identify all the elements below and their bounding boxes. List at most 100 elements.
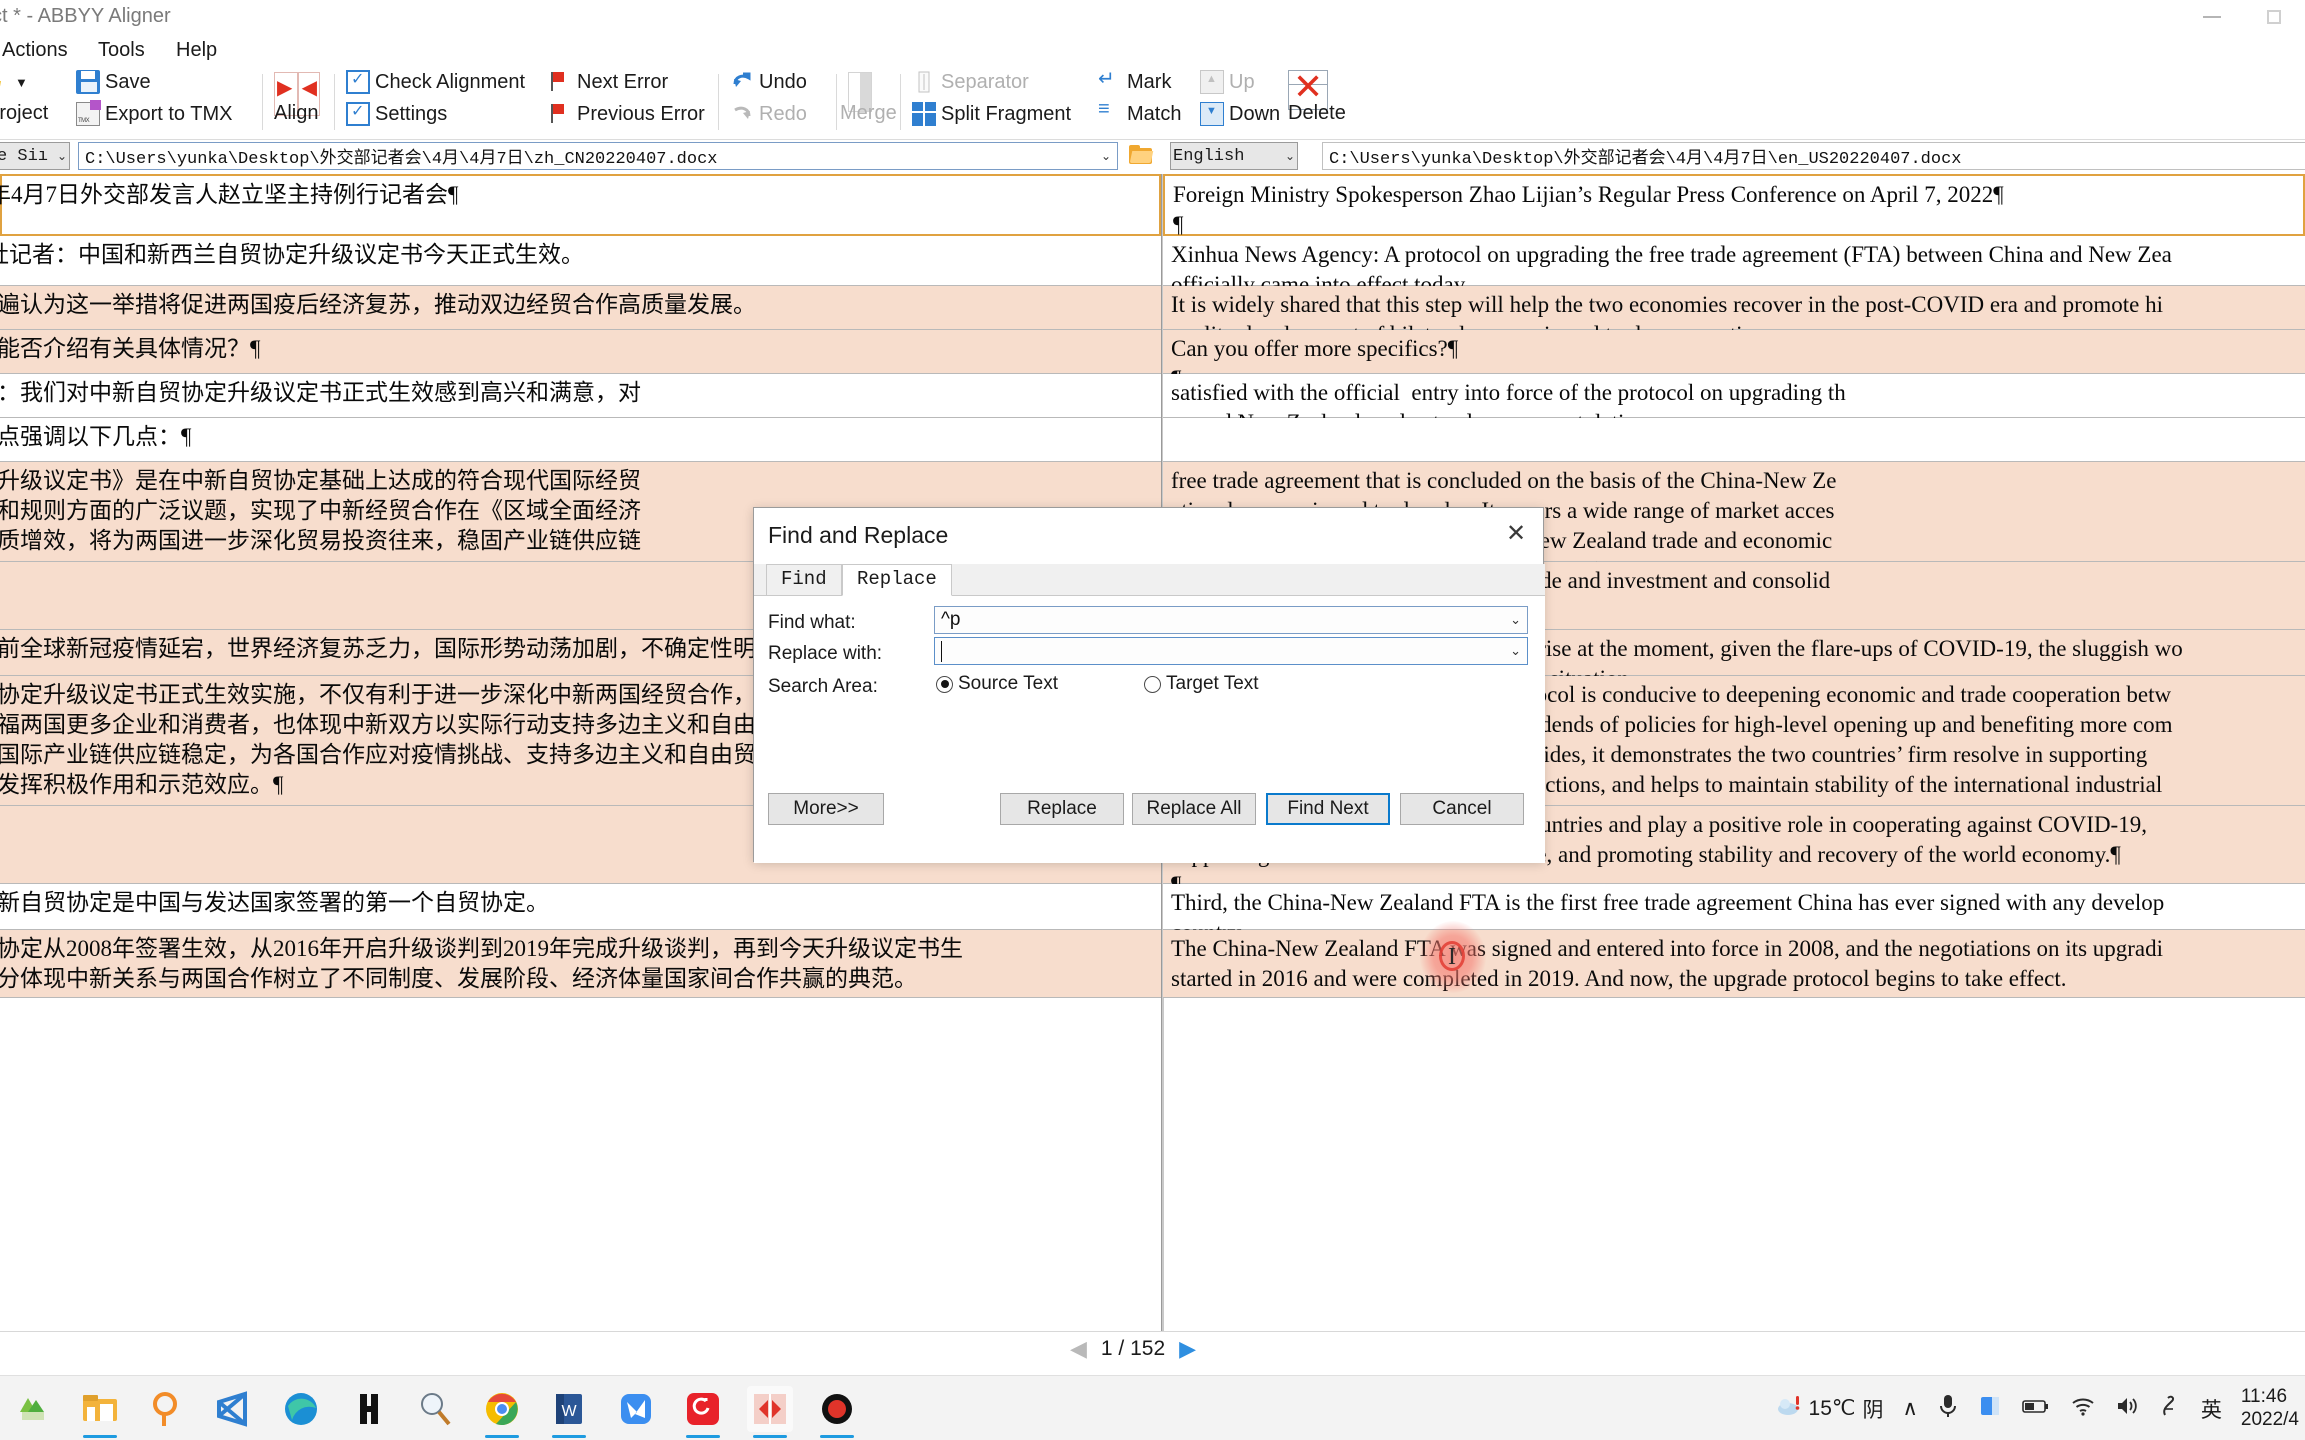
ime-language-indicator[interactable]: 英 [2201,1394,2222,1424]
onedrive-icon[interactable] [1978,1394,2002,1423]
segment-text: 经：我们对中新自贸协定升级议定书正式生效感到高兴和满意，对 [0,380,641,405]
project-label[interactable]: Project [0,102,48,125]
show-hidden-icons-chevron[interactable]: ∧ [1903,1396,1918,1421]
clock-time: 11:46 [2240,1386,2288,1408]
chevron-down-icon: ⌄ [1284,149,1295,164]
target-segment[interactable]: The China-New Zealand FTA was signed and… [1163,930,2305,998]
undo-button[interactable]: Undo [730,70,807,94]
menu-item-tools[interactable]: Tools [90,37,153,64]
source-segment[interactable]: 人能否介绍有关具体情况？¶ [0,330,1161,374]
down-button[interactable]: Down [1200,102,1280,126]
taskbar-abbyy-aligner-icon[interactable] [747,1385,793,1438]
target-segment[interactable]: Third, the China-New Zealand FTA is the … [1163,884,2305,945]
toolbar-separator-4 [836,74,837,130]
taskbar-chrome-icon[interactable] [479,1386,525,1438]
target-segment[interactable]: Foreign Ministry Spokesperson Zhao Lijia… [1163,174,2305,267]
window-controls [2181,0,2305,34]
volume-icon[interactable] [2115,1395,2141,1422]
ime-pen-icon[interactable] [2160,1393,2182,1424]
radio-icon [1144,675,1161,693]
previous-error-button[interactable]: Previous Error [548,102,705,126]
redo-label: Redo [759,102,807,125]
target-segment[interactable]: satisfied with the official entry into f… [1163,374,2305,435]
next-error-button[interactable]: Next Error [548,70,668,94]
find-and-replace-dialog[interactable]: Find and Replace ✕ Find Replace Find wha… [753,507,1545,993]
clock[interactable]: 11:46 2022/4 [2241,1386,2299,1431]
taskbar-record-icon[interactable] [814,1386,860,1438]
target-path-combobox[interactable]: C:\Users\yunka\Desktop\外交部记者会\4月\4月7日\en… [1322,142,2305,170]
segment-text: 年4月7日外交部发言人赵立坚主持例行记者会¶ [0,182,459,207]
split-fragment-icon [912,102,936,126]
settings-icon [346,101,370,126]
maximize-button[interactable] [2243,0,2305,34]
close-icon[interactable]: ✕ [1499,518,1533,548]
export-tmx-button[interactable]: Export to TMX [76,100,232,126]
radio-target-text[interactable]: Target Text [1144,673,1259,695]
source-segment[interactable]: 年4月7日外交部发言人赵立坚主持例行记者会¶ [0,174,1161,236]
text-cursor-icon: I [1448,944,1456,970]
tab-find[interactable]: Find [766,564,842,596]
minimize-button[interactable] [2181,0,2243,34]
find-next-button[interactable]: Find Next [1266,793,1390,825]
taskbar-edge-icon[interactable] [278,1386,324,1432]
taskbar-everything-search-icon[interactable] [144,1386,190,1432]
replace-all-button[interactable]: Replace All [1132,793,1256,825]
taskbar-file-explorer-icon[interactable] [77,1386,123,1438]
taskbar-magnifier-icon[interactable] [412,1386,458,1432]
dialog-tabstrip: Find Replace [754,564,1545,596]
match-icon [1098,98,1122,126]
mark-icon [1098,66,1122,94]
source-path-combobox[interactable]: C:\Users\yunka\Desktop\外交部记者会\4月\4月7日\zh… [78,142,1118,170]
taskbar-app-black-icon[interactable] [345,1386,391,1432]
tab-replace[interactable]: Replace [842,564,952,596]
active-underline [686,1434,720,1438]
weather-widget[interactable]: 15℃ 阴 [1776,1393,1884,1425]
wifi-icon[interactable] [2070,1395,2096,1422]
settings-button[interactable]: Settings [346,101,447,126]
save-button[interactable]: Save [76,70,151,94]
new-project-button[interactable]: ▼ [0,70,28,94]
source-segment[interactable]: 中新自贸协定是中国与发达国家签署的第一个自贸协定。 [0,884,1161,930]
taskbar-netease-music-icon[interactable] [680,1386,726,1438]
target-language-select[interactable]: English ⌄ [1170,142,1298,170]
previous-page-icon[interactable]: ◀ [1070,1336,1087,1362]
radio-source-text[interactable]: Source Text [936,673,1058,695]
taskbar-word-icon[interactable]: W [546,1386,592,1438]
menu-item-help[interactable]: Help [168,37,225,64]
target-segment[interactable] [1163,418,2305,462]
delete-label[interactable]: Delete [1288,102,1346,125]
microphone-icon[interactable] [1937,1393,1959,1424]
source-segment[interactable]: 社记者：中国和新西兰自贸协定升级议定书今天正式生效。 [0,236,1161,286]
taskbar-messenger-icon[interactable] [613,1386,659,1432]
source-segment[interactable]: 重点强调以下几点：¶ [0,418,1161,462]
taskbar-vscode-icon[interactable] [211,1386,257,1432]
cancel-button[interactable]: Cancel [1400,793,1524,825]
next-page-icon[interactable]: ▶ [1179,1336,1196,1362]
check-alignment-button[interactable]: Check Alignment [346,69,525,94]
source-segment[interactable]: 普遍认为这一举措将促进两国疫后经济复苏，推动双边经贸合作高质量发展。 [0,286,1161,330]
source-segment[interactable]: 贸协定从2008年签署生效，从2016年开启升级谈判到2019年完成升级谈判，再… [0,930,1161,998]
align-label[interactable]: Align [274,102,318,125]
source-language-select[interactable]: e Siı ⌄ [0,142,70,170]
browse-source-button[interactable] [1128,143,1154,169]
find-what-input[interactable]: ^p ⌄ [934,606,1528,634]
toolbar-separator-3 [718,74,719,130]
menu-item-actions[interactable]: Actions [0,37,76,64]
target-segment[interactable]: Xinhua News Agency: A protocol on upgrad… [1163,236,2305,297]
chevron-down-icon: ⌄ [56,149,67,164]
match-button[interactable]: Match [1098,98,1181,126]
mark-button[interactable]: Mark [1098,66,1171,94]
taskbar-start-icon[interactable] [10,1386,56,1432]
more-button[interactable]: More>> [768,793,884,825]
replace-button[interactable]: Replace [1000,793,1124,825]
chevron-down-icon[interactable]: ⌄ [1510,612,1521,628]
chevron-down-icon[interactable]: ⌄ [1510,643,1521,659]
target-segment[interactable]: Can you offer more specifics?¶ ¶ [1163,330,2305,391]
battery-icon[interactable] [2021,1396,2051,1421]
toolbar-separator [262,74,263,130]
source-segment[interactable]: 经：我们对中新自贸协定升级议定书正式生效感到高兴和满意，对 [0,374,1161,418]
split-fragment-button[interactable]: Split Fragment [912,102,1071,126]
target-segment[interactable]: It is widely shared that this step will … [1163,286,2305,347]
replace-with-input[interactable]: ⌄ [934,637,1528,665]
segment-text: The China-New Zealand FTA was signed and… [1171,936,2164,991]
